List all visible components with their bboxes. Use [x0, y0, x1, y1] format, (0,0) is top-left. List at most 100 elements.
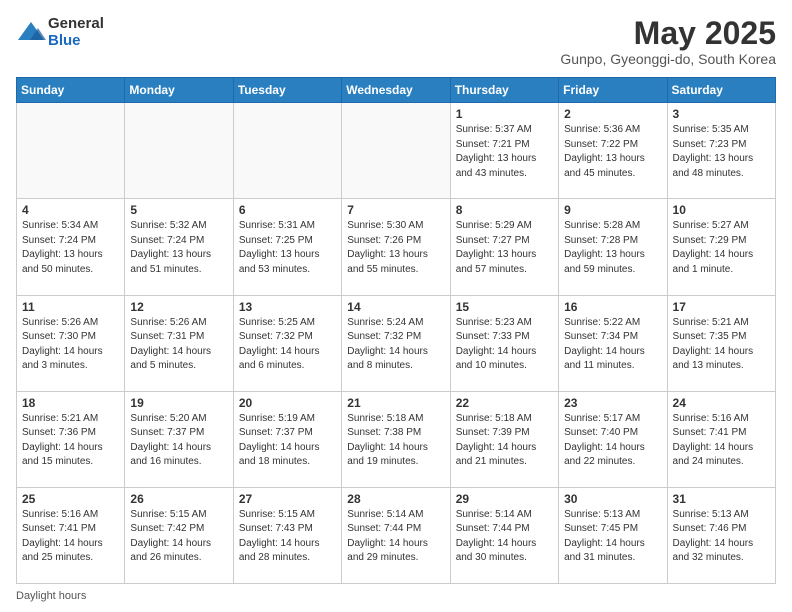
- weekday-header-row: SundayMondayTuesdayWednesdayThursdayFrid…: [17, 78, 776, 103]
- day-cell: 5 Sunrise: 5:32 AM Sunset: 7:24 PM Daylig…: [125, 199, 233, 295]
- day-cell: 1 Sunrise: 5:37 AM Sunset: 7:21 PM Daylig…: [450, 103, 558, 199]
- day-cell: 29Sunrise: 5:14 AM Sunset: 7:44 PM Dayli…: [450, 487, 558, 583]
- weekday-saturday: Saturday: [667, 78, 775, 103]
- day-info: Sunrise: 5:24 AM Sunset: 7:32 PM Dayligh…: [347, 316, 444, 374]
- weekday-monday: Monday: [125, 78, 233, 103]
- day-cell: 23Sunrise: 5:17 AM Sunset: 7:40 PM Dayli…: [559, 391, 667, 487]
- day-info: Sunrise: 5:30 AM Sunset: 7:26 PM Dayligh…: [347, 219, 444, 277]
- day-info: Sunrise: 5:27 AM Sunset: 7:29 PM Dayligh…: [673, 219, 770, 277]
- day-number: 24: [673, 396, 770, 410]
- day-number: 19: [130, 396, 227, 410]
- weekday-tuesday: Tuesday: [233, 78, 341, 103]
- day-cell: 2 Sunrise: 5:36 AM Sunset: 7:22 PM Daylig…: [559, 103, 667, 199]
- day-info: Sunrise: 5:34 AM Sunset: 7:24 PM Dayligh…: [22, 219, 119, 277]
- day-cell: 22Sunrise: 5:18 AM Sunset: 7:39 PM Dayli…: [450, 391, 558, 487]
- logo-blue-text: Blue: [48, 33, 104, 50]
- day-number: 6: [239, 203, 336, 217]
- day-info: Sunrise: 5:21 AM Sunset: 7:35 PM Dayligh…: [673, 316, 770, 374]
- day-cell: 7Sunrise: 5:30 AM Sunset: 7:26 PM Daylig…: [342, 199, 450, 295]
- day-cell: 13Sunrise: 5:25 AM Sunset: 7:32 PM Dayli…: [233, 295, 341, 391]
- week-row-3: 11 Sunrise: 5:26 AM Sunset: 7:30 PM Dayli…: [17, 295, 776, 391]
- day-info: Sunrise: 5:17 AM Sunset: 7:40 PM Dayligh…: [564, 412, 661, 470]
- day-info: Sunrise: 5:15 AM Sunset: 7:42 PM Dayligh…: [130, 508, 227, 566]
- day-number: 13: [239, 300, 336, 314]
- day-info: Sunrise: 5:26 AM Sunset: 7:30 PM Dayligh…: [22, 316, 119, 374]
- day-number: 28: [347, 492, 444, 506]
- day-info: Sunrise: 5:31 AM Sunset: 7:25 PM Dayligh…: [239, 219, 336, 277]
- day-cell: 19 Sunrise: 5:20 AM Sunset: 7:37 PM Dayli…: [125, 391, 233, 487]
- page: General Blue May 2025 Gunpo, Gyeonggi-do…: [0, 0, 792, 612]
- footer: Daylight hours: [16, 590, 776, 602]
- day-number: 2: [564, 107, 661, 121]
- day-info: Sunrise: 5:26 AM Sunset: 7:31 PM Dayligh…: [130, 316, 227, 374]
- day-cell: 25Sunrise: 5:16 AM Sunset: 7:41 PM Dayli…: [17, 487, 125, 583]
- day-number: 5: [130, 203, 227, 217]
- day-number: 27: [239, 492, 336, 506]
- weekday-wednesday: Wednesday: [342, 78, 450, 103]
- week-row-5: 25Sunrise: 5:16 AM Sunset: 7:41 PM Dayli…: [17, 487, 776, 583]
- day-cell: 30 Sunrise: 5:13 AM Sunset: 7:45 PM Dayli…: [559, 487, 667, 583]
- day-number: 12: [130, 300, 227, 314]
- day-info: Sunrise: 5:21 AM Sunset: 7:36 PM Dayligh…: [22, 412, 119, 470]
- logo-general-text: General: [48, 16, 104, 33]
- logo-icon: [16, 18, 46, 48]
- day-cell: 6 Sunrise: 5:31 AM Sunset: 7:25 PM Daylig…: [233, 199, 341, 295]
- day-info: Sunrise: 5:20 AM Sunset: 7:37 PM Dayligh…: [130, 412, 227, 470]
- day-number: 18: [22, 396, 119, 410]
- day-number: 20: [239, 396, 336, 410]
- day-cell: 18 Sunrise: 5:21 AM Sunset: 7:36 PM Dayli…: [17, 391, 125, 487]
- day-cell: 10Sunrise: 5:27 AM Sunset: 7:29 PM Dayli…: [667, 199, 775, 295]
- day-number: 11: [22, 300, 119, 314]
- day-info: Sunrise: 5:37 AM Sunset: 7:21 PM Dayligh…: [456, 123, 553, 181]
- day-cell: 16 Sunrise: 5:22 AM Sunset: 7:34 PM Dayli…: [559, 295, 667, 391]
- day-cell: 24Sunrise: 5:16 AM Sunset: 7:41 PM Dayli…: [667, 391, 775, 487]
- day-number: 9: [564, 203, 661, 217]
- day-cell: 11 Sunrise: 5:26 AM Sunset: 7:30 PM Dayli…: [17, 295, 125, 391]
- day-info: Sunrise: 5:35 AM Sunset: 7:23 PM Dayligh…: [673, 123, 770, 181]
- day-cell: 27 Sunrise: 5:15 AM Sunset: 7:43 PM Dayli…: [233, 487, 341, 583]
- day-cell: 15Sunrise: 5:23 AM Sunset: 7:33 PM Dayli…: [450, 295, 558, 391]
- day-number: 14: [347, 300, 444, 314]
- day-info: Sunrise: 5:22 AM Sunset: 7:34 PM Dayligh…: [564, 316, 661, 374]
- day-number: 1: [456, 107, 553, 121]
- day-info: Sunrise: 5:18 AM Sunset: 7:38 PM Dayligh…: [347, 412, 444, 470]
- day-cell: 26Sunrise: 5:15 AM Sunset: 7:42 PM Dayli…: [125, 487, 233, 583]
- subtitle: Gunpo, Gyeonggi-do, South Korea: [560, 51, 776, 67]
- day-number: 17: [673, 300, 770, 314]
- day-cell: [17, 103, 125, 199]
- main-title: May 2025: [560, 16, 776, 51]
- day-cell: 28 Sunrise: 5:14 AM Sunset: 7:44 PM Dayli…: [342, 487, 450, 583]
- logo-text: General Blue: [48, 16, 104, 49]
- day-number: 21: [347, 396, 444, 410]
- day-cell: 9Sunrise: 5:28 AM Sunset: 7:28 PM Daylig…: [559, 199, 667, 295]
- title-block: May 2025 Gunpo, Gyeonggi-do, South Korea: [560, 16, 776, 67]
- day-info: Sunrise: 5:18 AM Sunset: 7:39 PM Dayligh…: [456, 412, 553, 470]
- day-cell: [233, 103, 341, 199]
- day-info: Sunrise: 5:19 AM Sunset: 7:37 PM Dayligh…: [239, 412, 336, 470]
- day-number: 16: [564, 300, 661, 314]
- day-number: 30: [564, 492, 661, 506]
- day-info: Sunrise: 5:36 AM Sunset: 7:22 PM Dayligh…: [564, 123, 661, 181]
- day-info: Sunrise: 5:23 AM Sunset: 7:33 PM Dayligh…: [456, 316, 553, 374]
- day-number: 4: [22, 203, 119, 217]
- day-info: Sunrise: 5:32 AM Sunset: 7:24 PM Dayligh…: [130, 219, 227, 277]
- day-info: Sunrise: 5:16 AM Sunset: 7:41 PM Dayligh…: [22, 508, 119, 566]
- week-row-1: 1 Sunrise: 5:37 AM Sunset: 7:21 PM Daylig…: [17, 103, 776, 199]
- day-info: Sunrise: 5:15 AM Sunset: 7:43 PM Dayligh…: [239, 508, 336, 566]
- day-info: Sunrise: 5:29 AM Sunset: 7:27 PM Dayligh…: [456, 219, 553, 277]
- week-row-2: 4 Sunrise: 5:34 AM Sunset: 7:24 PM Daylig…: [17, 199, 776, 295]
- day-info: Sunrise: 5:13 AM Sunset: 7:46 PM Dayligh…: [673, 508, 770, 566]
- calendar-table: SundayMondayTuesdayWednesdayThursdayFrid…: [16, 77, 776, 584]
- day-cell: 21 Sunrise: 5:18 AM Sunset: 7:38 PM Dayli…: [342, 391, 450, 487]
- day-info: Sunrise: 5:14 AM Sunset: 7:44 PM Dayligh…: [347, 508, 444, 566]
- day-number: 31: [673, 492, 770, 506]
- day-cell: 12 Sunrise: 5:26 AM Sunset: 7:31 PM Dayli…: [125, 295, 233, 391]
- logo: General Blue: [16, 16, 104, 49]
- day-cell: 14 Sunrise: 5:24 AM Sunset: 7:32 PM Dayli…: [342, 295, 450, 391]
- weekday-friday: Friday: [559, 78, 667, 103]
- day-cell: 4 Sunrise: 5:34 AM Sunset: 7:24 PM Daylig…: [17, 199, 125, 295]
- day-info: Sunrise: 5:14 AM Sunset: 7:44 PM Dayligh…: [456, 508, 553, 566]
- day-info: Sunrise: 5:13 AM Sunset: 7:45 PM Dayligh…: [564, 508, 661, 566]
- day-cell: 8Sunrise: 5:29 AM Sunset: 7:27 PM Daylig…: [450, 199, 558, 295]
- weekday-thursday: Thursday: [450, 78, 558, 103]
